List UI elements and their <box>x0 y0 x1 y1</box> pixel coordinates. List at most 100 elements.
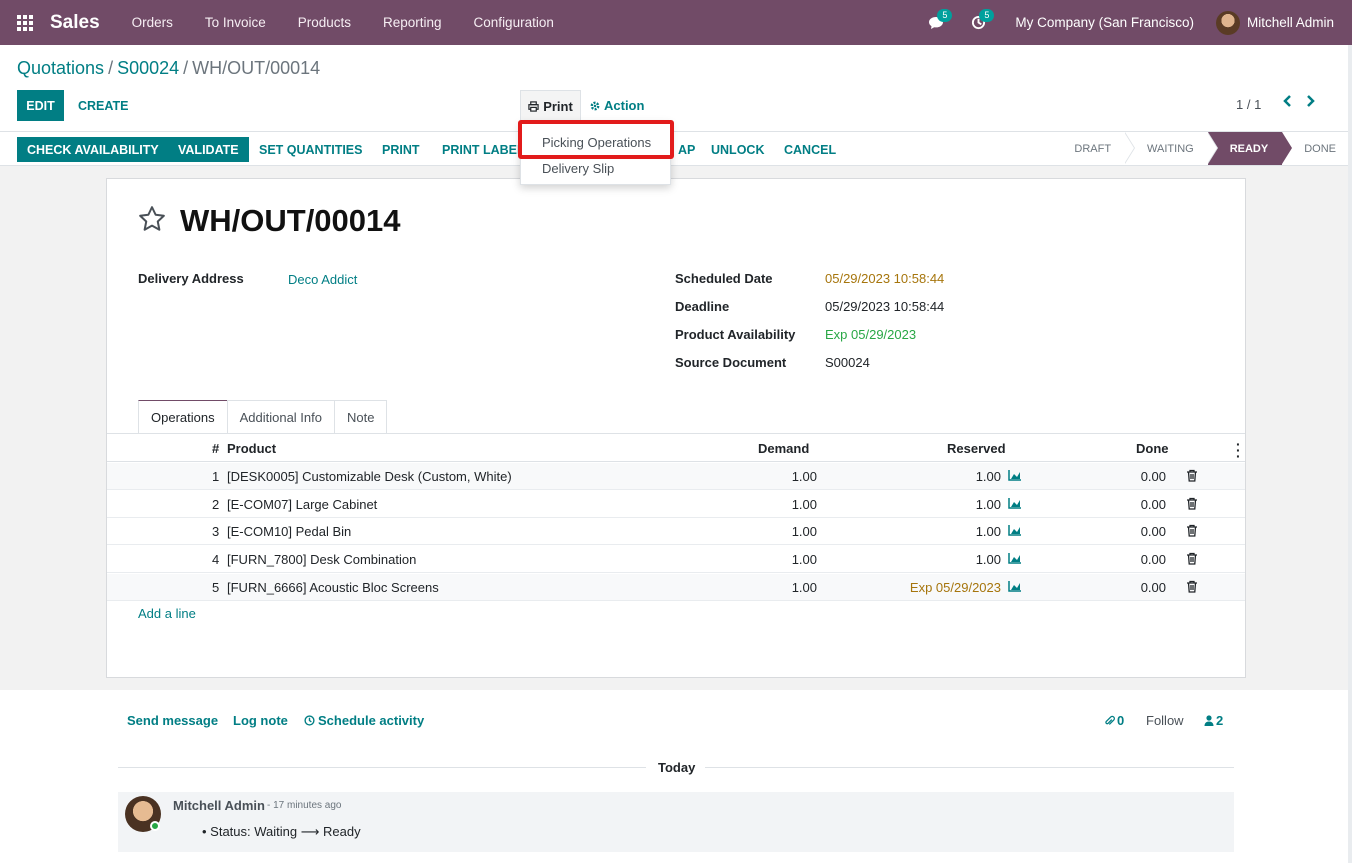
tab-additional-info[interactable]: Additional Info <box>226 400 335 434</box>
breadcrumb-current: WH/OUT/00014 <box>192 58 321 78</box>
tab-note[interactable]: Note <box>334 400 388 434</box>
chatter-message: Mitchell Admin - 17 minutes ago • Status… <box>118 792 1234 852</box>
column-options-icon[interactable]: · · · <box>1236 437 1241 463</box>
table-row[interactable]: 5 [FURN_6666] Acoustic Bloc Screens 1.00… <box>107 574 1245 601</box>
pager-next-icon[interactable] <box>1306 94 1316 108</box>
delivery-address-label: Delivery Address <box>138 271 244 286</box>
log-note-button[interactable]: Log note <box>233 713 288 728</box>
online-status-icon <box>150 821 160 831</box>
header-demand[interactable]: Demand <box>758 441 809 456</box>
header-done[interactable]: Done <box>1136 441 1169 456</box>
apps-menu-icon[interactable] <box>0 0 50 45</box>
trash-icon[interactable] <box>1186 552 1198 565</box>
date-separator: Today <box>658 760 696 775</box>
follow-button[interactable]: Follow <box>1146 713 1184 728</box>
cancel-button[interactable]: CANCEL <box>774 137 846 162</box>
availability-value: Exp 05/29/2023 <box>825 327 917 342</box>
schedule-activity-button[interactable]: Schedule activity <box>304 713 424 728</box>
forecast-chart-icon[interactable] <box>1008 469 1022 481</box>
notebook-tabs: Operations Additional Info Note <box>138 400 388 434</box>
header-reserved[interactable]: Reserved <box>947 441 1006 456</box>
scheduled-date-label: Scheduled Date <box>675 271 773 286</box>
attachments-button[interactable]: 0 <box>1104 713 1124 728</box>
activity-clock-icon[interactable]: 5 <box>957 0 999 45</box>
menu-products[interactable]: Products <box>282 15 367 30</box>
action-dropdown-button[interactable]: Action <box>586 90 648 121</box>
set-quantities-button[interactable]: SET QUANTITIES <box>249 137 372 162</box>
breadcrumb-order[interactable]: S00024 <box>117 58 179 78</box>
unlock-button[interactable]: UNLOCK <box>701 137 774 162</box>
scheduled-date-value: 05/29/2023 10:58:44 <box>825 271 945 286</box>
activity-badge: 5 <box>979 9 995 22</box>
header-product[interactable]: Product <box>227 441 276 456</box>
print-dropdown-menu: Picking Operations Delivery Slip <box>520 121 671 185</box>
forecast-chart-icon[interactable] <box>1008 552 1022 564</box>
message-author[interactable]: Mitchell Admin <box>173 798 265 813</box>
forecast-chart-icon[interactable] <box>1008 580 1022 592</box>
validate-button[interactable]: VALIDATE <box>168 137 249 162</box>
user-avatar <box>1215 10 1240 35</box>
record-title: WH/OUT/00014 <box>180 203 401 238</box>
stage-ready[interactable]: READY <box>1207 131 1293 165</box>
main-menu: Orders To Invoice Products Reporting Con… <box>116 15 570 30</box>
messaging-icon[interactable]: 5 <box>915 0 957 45</box>
stage-waiting[interactable]: WAITING <box>1125 131 1218 165</box>
user-icon <box>1204 715 1214 726</box>
paperclip-icon <box>1105 715 1115 725</box>
trash-icon[interactable] <box>1186 497 1198 510</box>
table-row[interactable]: 2 [E-COM07] Large Cabinet 1.00 1.00 0.00 <box>107 491 1245 518</box>
statusbar: CHECK AVAILABILITY VALIDATE SET QUANTITI… <box>0 131 1352 166</box>
user-menu[interactable]: Mitchell Admin <box>1215 10 1352 35</box>
edit-button[interactable]: EDIT <box>17 90 64 121</box>
forecast-chart-icon[interactable] <box>1008 497 1022 509</box>
page-scrollbar[interactable] <box>1348 45 1352 863</box>
gear-icon <box>590 101 600 110</box>
create-button[interactable]: CREATE <box>72 90 134 121</box>
star-icon[interactable] <box>137 204 167 242</box>
breadcrumb: Quotations / S00024/WH/OUT/00014 <box>17 58 321 78</box>
followers-button[interactable]: 2 <box>1204 713 1223 728</box>
add-line-link[interactable]: Add a line <box>138 606 196 621</box>
stage-pipeline: DRAFT WAITING READY DONE <box>1052 131 1340 165</box>
print-button[interactable]: PRINT <box>372 137 430 162</box>
forecast-chart-icon[interactable] <box>1008 524 1022 536</box>
top-navbar: Sales Orders To Invoice Products Reporti… <box>0 0 1352 45</box>
send-message-button[interactable]: Send message <box>127 713 218 728</box>
print-dropdown-button[interactable]: Print <box>520 90 581 121</box>
company-switcher[interactable]: My Company (San Francisco) <box>999 15 1216 30</box>
message-status: • Status: Waiting ⟶ Ready <box>202 824 361 839</box>
source-document-value: S00024 <box>825 355 870 370</box>
print-delivery-slip[interactable]: Delivery Slip <box>542 161 614 176</box>
check-availability-button[interactable]: CHECK AVAILABILITY <box>17 137 169 162</box>
messaging-badge: 5 <box>937 9 953 22</box>
user-name: Mitchell Admin <box>1246 15 1334 30</box>
menu-orders[interactable]: Orders <box>116 15 189 30</box>
clock-icon <box>304 715 315 726</box>
trash-icon[interactable] <box>1186 580 1198 593</box>
tab-operations[interactable]: Operations <box>138 400 228 434</box>
table-header: # Product Demand Reserved Done <box>107 434 1245 462</box>
source-document-label: Source Document <box>675 355 787 370</box>
print-picking-operations[interactable]: Picking Operations <box>542 135 651 150</box>
action-label: Action <box>604 98 645 113</box>
menu-reporting[interactable]: Reporting <box>367 15 458 30</box>
breadcrumb-quotations[interactable]: Quotations <box>17 58 104 78</box>
app-name[interactable]: Sales <box>50 12 100 34</box>
table-row[interactable]: 3 [E-COM10] Pedal Bin 1.00 1.00 0.00 <box>107 518 1245 545</box>
deadline-label: Deadline <box>675 299 730 314</box>
stage-draft[interactable]: DRAFT <box>1052 131 1136 165</box>
pager-value[interactable]: 1 / 1 <box>1236 97 1261 112</box>
print-label: Print <box>543 98 573 114</box>
scrap-button[interactable]: AP <box>668 137 705 162</box>
pager-previous-icon[interactable] <box>1282 94 1292 108</box>
table-row[interactable]: 4 [FURN_7800] Desk Combination 1.00 1.00… <box>107 546 1245 573</box>
table-row[interactable]: 1 [DESK0005] Customizable Desk (Custom, … <box>107 463 1245 490</box>
deadline-value: 05/29/2023 10:58:44 <box>825 299 945 314</box>
availability-label: Product Availability <box>675 327 796 342</box>
trash-icon[interactable] <box>1186 524 1198 537</box>
trash-icon[interactable] <box>1186 469 1198 482</box>
delivery-address-value[interactable]: Deco Addict <box>288 272 357 287</box>
menu-to-invoice[interactable]: To Invoice <box>189 15 282 30</box>
printer-icon <box>528 100 539 112</box>
menu-configuration[interactable]: Configuration <box>458 15 570 30</box>
